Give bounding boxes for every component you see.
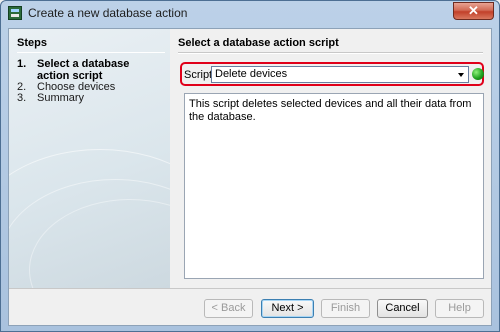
divider <box>17 52 165 53</box>
dialog-window: Create a new database action ✕ Steps 1. S… <box>0 0 500 332</box>
steps-heading: Steps <box>17 37 47 49</box>
window-title: Create a new database action <box>28 6 188 20</box>
back-button[interactable]: < Back <box>204 299 253 318</box>
close-button[interactable]: ✕ <box>453 2 494 20</box>
help-button[interactable]: Help <box>435 299 484 318</box>
step-label: Select a database action script <box>37 58 130 82</box>
button-bar-divider <box>9 288 491 289</box>
content-panel: Select a database action script Script D… <box>170 29 491 288</box>
step-number: 3. <box>17 92 27 104</box>
green-status-icon <box>472 68 484 80</box>
dialog-client: Steps 1. Select a database action script … <box>8 28 492 326</box>
page-title: Select a database action script <box>178 37 339 49</box>
close-icon: ✕ <box>468 3 479 18</box>
database-app-icon <box>8 6 22 20</box>
step-label: Summary <box>37 92 85 104</box>
script-description: This script deletes selected devices and… <box>184 93 484 279</box>
cancel-button[interactable]: Cancel <box>377 299 428 318</box>
finish-button[interactable]: Finish <box>321 299 370 318</box>
script-dropdown[interactable]: Delete devices <box>211 66 469 83</box>
step-number: 1. <box>17 58 27 70</box>
chevron-down-icon[interactable] <box>458 73 464 77</box>
step-item-summary: 3. Summary <box>17 92 157 104</box>
next-button[interactable]: Next > <box>261 299 314 318</box>
script-selected-value: Delete devices <box>215 68 288 80</box>
title-bar[interactable]: Create a new database action ✕ <box>1 1 499 27</box>
script-label: Script <box>184 69 213 81</box>
steps-panel: Steps 1. Select a database action script … <box>9 29 170 288</box>
divider <box>178 52 483 54</box>
step-item-select-script: 1. Select a database action script <box>17 58 157 82</box>
